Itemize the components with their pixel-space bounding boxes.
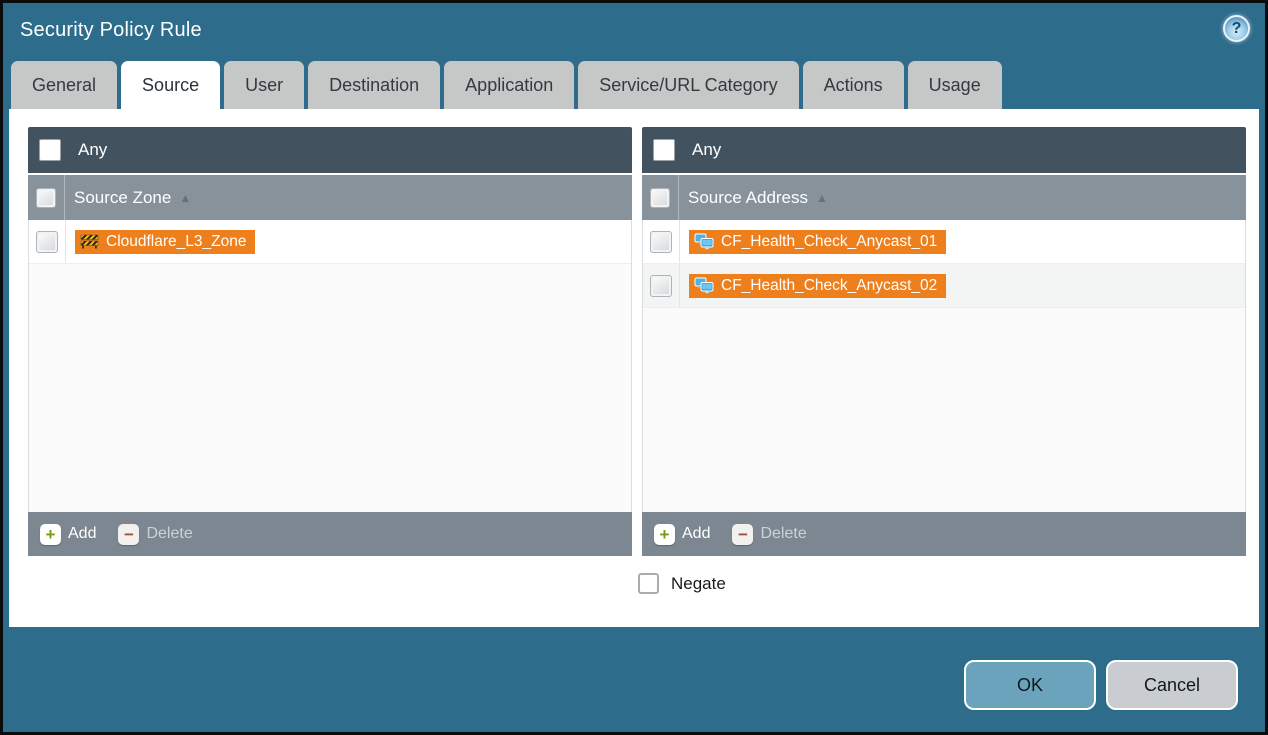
source-zone-toolbar: + Add − Delete [28,512,632,556]
tab-destination[interactable]: Destination [308,61,440,109]
source-address-any-checkbox[interactable] [653,139,675,161]
tab-service-url-category[interactable]: Service/URL Category [578,61,798,109]
source-zone-any-checkbox[interactable] [39,139,61,161]
sort-asc-icon[interactable]: ▲ [179,192,191,204]
dialog-title: Security Policy Rule [20,19,202,41]
source-address-select-all-checkbox[interactable] [650,188,670,208]
source-address-column-header: Source Address ▲ [642,175,1246,220]
tab-usage[interactable]: Usage [908,61,1002,109]
tab-source[interactable]: Source [121,61,220,109]
delete-icon: − [732,524,753,545]
source-zone-panel: Any Source Zone ▲ [28,127,632,556]
dialog-footer: OK Cancel [3,633,1265,732]
source-address-column-title[interactable]: Source Address ▲ [688,188,828,208]
source-address-row[interactable]: CF_Health_Check_Anycast_01 [643,220,1245,264]
source-address-row-checkbox[interactable] [650,275,672,297]
address-icon [694,233,714,250]
dialog-titlebar: Security Policy Rule ? [3,3,1265,61]
ok-button[interactable]: OK [964,660,1096,710]
source-address-delete-button[interactable]: − Delete [732,524,806,545]
sort-asc-icon[interactable]: ▲ [816,192,828,204]
source-zone-delete-button[interactable]: − Delete [118,524,192,545]
address-chip[interactable]: CF_Health_Check_Anycast_01 [689,230,946,254]
source-zone-any-bar: Any [28,127,632,173]
cancel-button[interactable]: Cancel [1106,660,1238,710]
tab-actions[interactable]: Actions [803,61,904,109]
source-zone-list: Cloudflare_L3_Zone [28,220,632,512]
add-icon: + [40,524,61,545]
source-zone-column-header: Source Zone ▲ [28,175,632,220]
source-address-panel: Any Source Address ▲ [642,127,1246,556]
address-chip-label: CF_Health_Check_Anycast_02 [721,277,937,295]
tab-user[interactable]: User [224,61,304,109]
source-zone-any-label: Any [78,140,107,160]
source-zone-select-all-checkbox[interactable] [36,188,56,208]
source-address-list: CF_Health_Check_Anycast_01 CF_Health [642,220,1246,512]
delete-icon: − [118,524,139,545]
source-address-any-label: Any [692,140,721,160]
address-chip[interactable]: CF_Health_Check_Anycast_02 [689,274,946,298]
zone-chip-label: Cloudflare_L3_Zone [106,233,246,251]
negate-control: Negate [637,573,1246,594]
source-address-add-button[interactable]: + Add [654,524,710,545]
source-address-toolbar: + Add − Delete [642,512,1246,556]
zone-icon [80,234,99,249]
source-zone-row[interactable]: Cloudflare_L3_Zone [29,220,631,264]
address-chip-label: CF_Health_Check_Anycast_01 [721,233,937,251]
negate-label: Negate [671,574,726,594]
address-icon [694,277,714,294]
zone-chip[interactable]: Cloudflare_L3_Zone [75,230,255,254]
tab-general[interactable]: General [11,61,117,109]
tab-application[interactable]: Application [444,61,574,109]
source-zone-row-checkbox[interactable] [36,231,58,253]
tab-bar: General Source User Destination Applicat… [3,61,1265,109]
source-address-any-bar: Any [642,127,1246,173]
help-icon[interactable]: ? [1223,15,1250,42]
source-address-row[interactable]: CF_Health_Check_Anycast_02 [643,264,1245,308]
source-zone-add-button[interactable]: + Add [40,524,96,545]
negate-checkbox[interactable] [638,573,659,594]
source-address-row-checkbox[interactable] [650,231,672,253]
add-icon: + [654,524,675,545]
tab-content-source: Any Source Zone ▲ [9,109,1259,627]
source-zone-column-title[interactable]: Source Zone ▲ [74,188,191,208]
